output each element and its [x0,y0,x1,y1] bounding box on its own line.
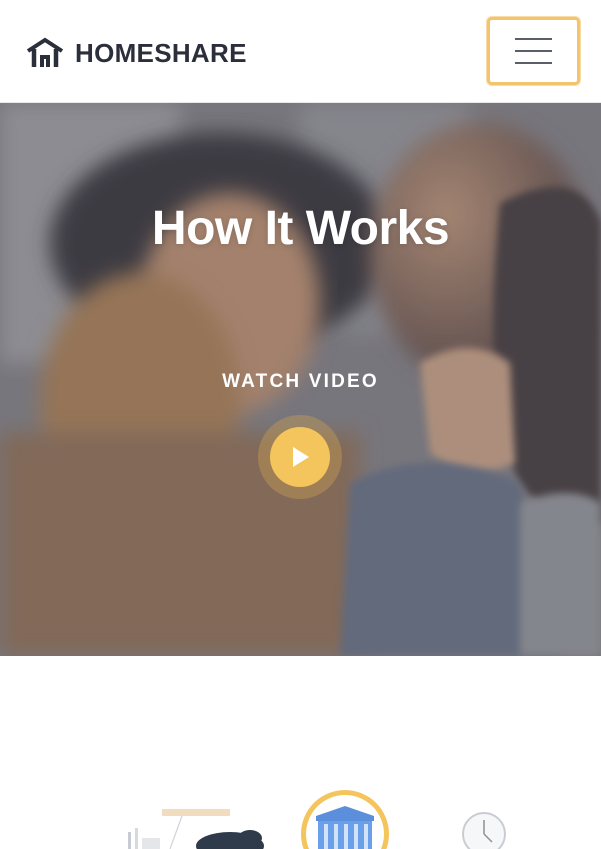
how-it-works-steps [0,656,601,849]
watch-video-link[interactable]: WATCH VIDEO [0,371,601,393]
play-button-circle [270,427,330,487]
clock-icon [462,812,506,849]
hamburger-icon-line [515,50,552,52]
hamburger-icon [515,38,552,40]
house-icon [26,37,64,67]
hamburger-icon-line [515,62,552,64]
page-title: How It Works [151,202,450,255]
city-illustration [128,809,264,849]
menu-button[interactable] [487,17,580,85]
bank-building-icon [301,790,389,849]
play-video-button[interactable] [258,415,342,499]
steps-illustrations [128,790,506,849]
play-icon [293,447,309,467]
site-header: HOMESHARE [0,0,601,103]
hero-section: How It Works WATCH VIDEO [0,103,601,656]
brand-name: HOMESHARE [75,37,247,68]
brand-logo[interactable]: HOMESHARE [25,36,247,70]
